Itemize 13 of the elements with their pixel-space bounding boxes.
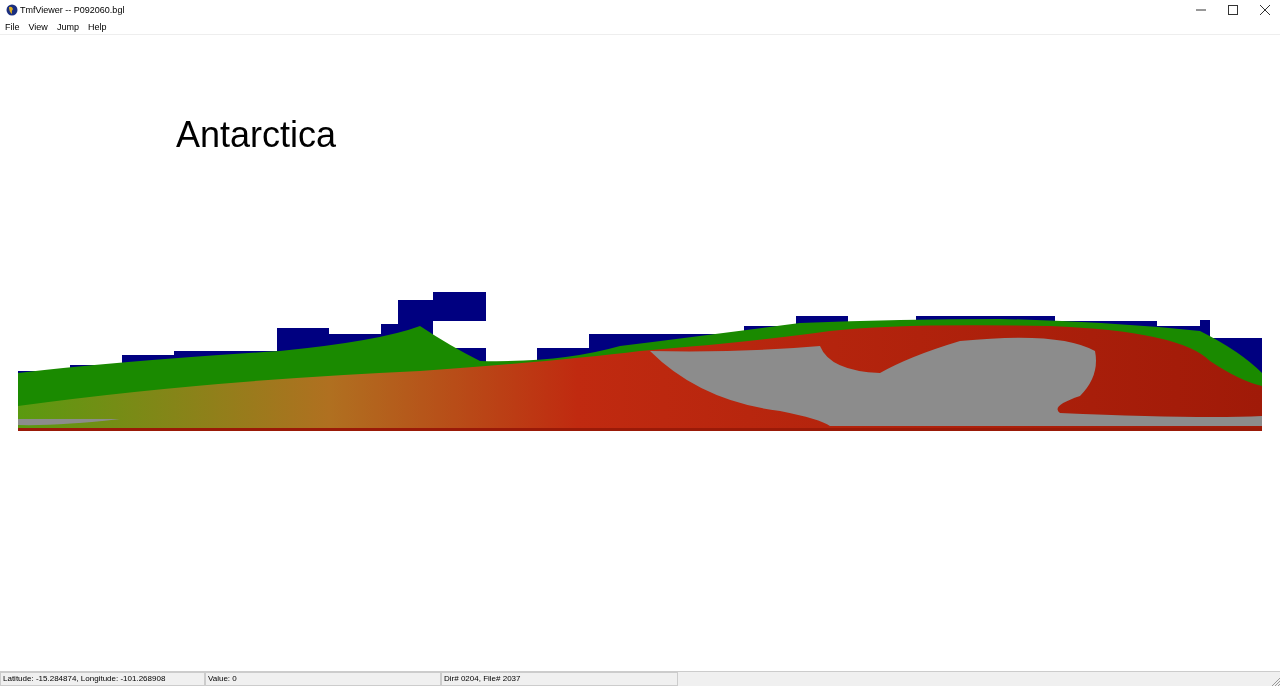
menu-item[interactable]: File [5,22,20,32]
maximize-icon[interactable] [1228,5,1238,15]
status-panel: Latitude: -15.284874, Longitude: -101.268908 [0,672,205,686]
menu-item[interactable]: Help [87,22,107,32]
menu-item[interactable]: Jump [56,22,79,32]
map-label: Antarctica [176,113,337,157]
resize-grip-icon[interactable] [1270,676,1280,686]
status-panel: Value: 0 [205,672,441,686]
status-panel: Dir# 0204, File# 2037 [441,672,678,686]
menu-item[interactable]: View [28,22,48,32]
close-icon[interactable] [1260,5,1270,15]
window-title: TmfViewer -- P092060.bgl [20,5,125,15]
globe-icon [6,4,18,16]
